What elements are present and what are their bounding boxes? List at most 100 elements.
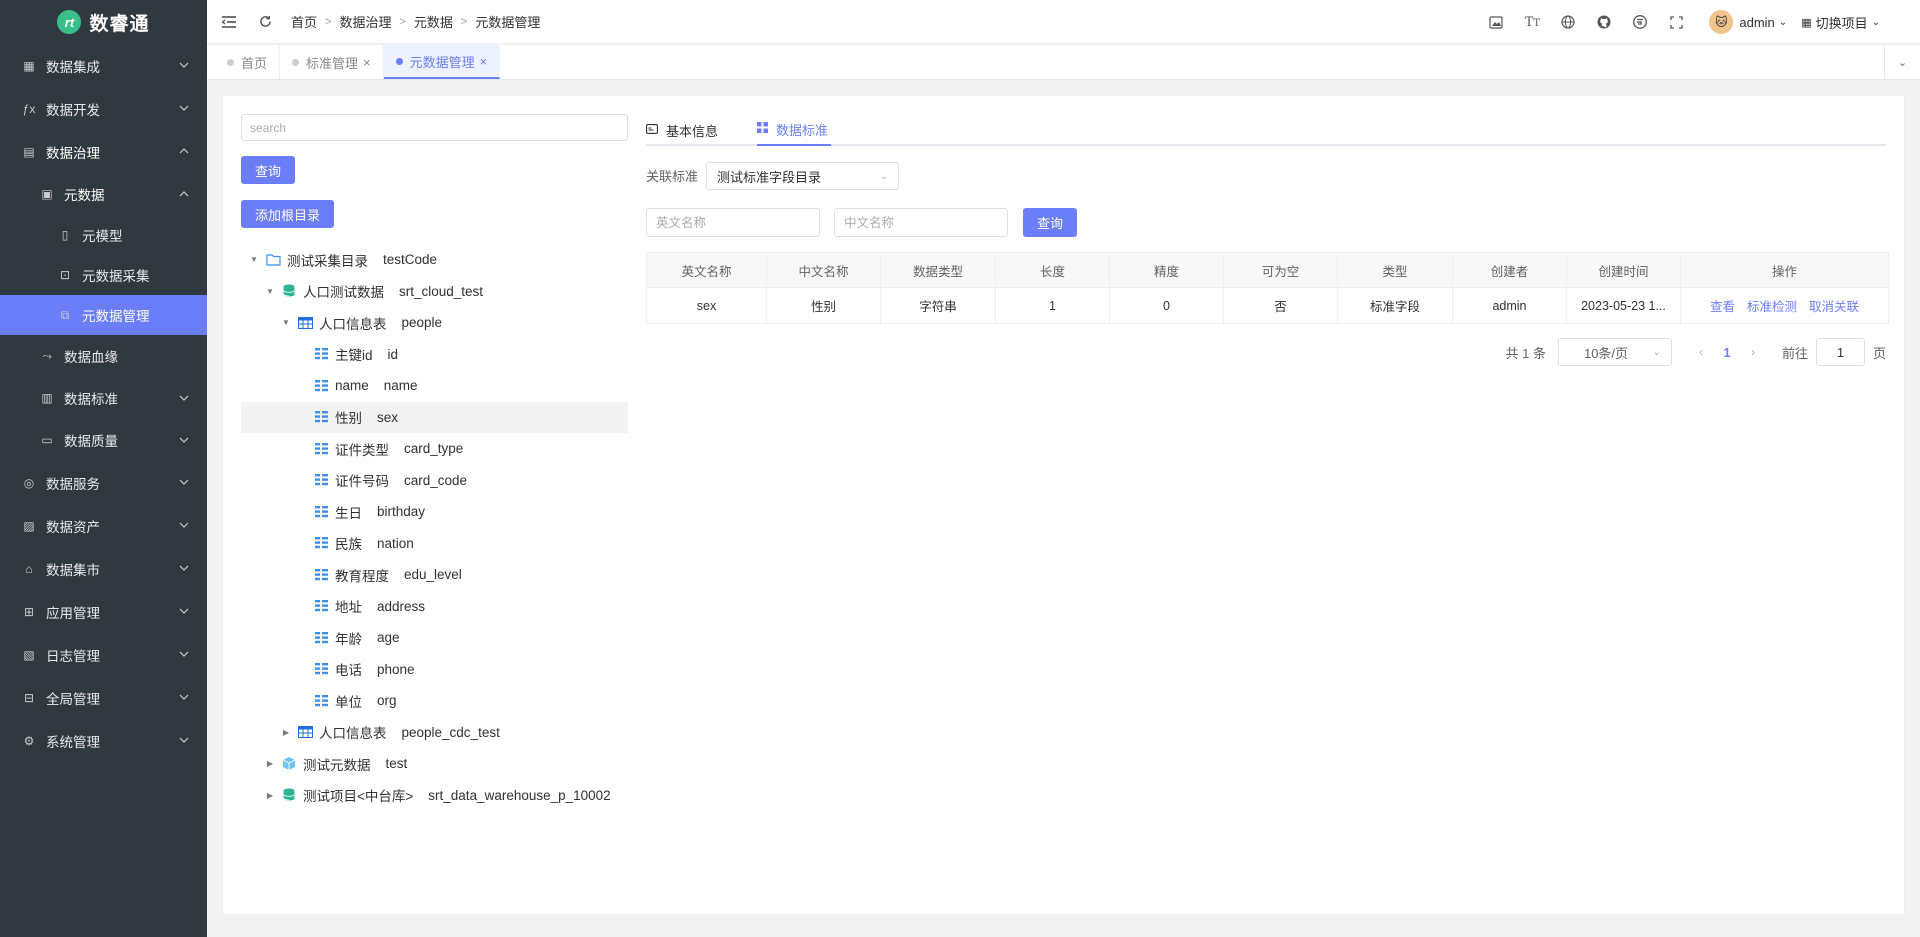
page-tab[interactable]: 标准管理 × (280, 45, 384, 79)
breadcrumb-item[interactable]: 首页 (291, 12, 317, 31)
tree-node[interactable]: ▶民族nation (241, 528, 628, 560)
sidebar-item[interactable]: ⌂ 数据集市 (0, 547, 207, 590)
tree-node[interactable]: ▼ 人口信息表 people (241, 307, 628, 339)
goto-page-input[interactable] (1815, 338, 1865, 366)
caret-right-icon[interactable]: ▶ (263, 759, 277, 768)
next-page-icon[interactable]: › (1742, 345, 1764, 359)
tree-node[interactable]: ▶namename (241, 370, 628, 402)
breadcrumb-separator-icon: > (460, 15, 468, 28)
lineage-icon: ⤳ (42, 348, 52, 363)
view-link[interactable]: 查看 (1710, 300, 1735, 314)
tree-node-en-name: people_cdc_test (401, 724, 500, 740)
tree-node[interactable]: ▶年龄age (241, 622, 628, 654)
current-page[interactable]: 1 (1712, 345, 1742, 360)
add-root-directory-button[interactable]: 添加根目录 (241, 200, 335, 228)
tree-node-en-name: age (377, 630, 400, 646)
sidebar-item[interactable]: ▦ 数据集成 (0, 44, 207, 87)
gear-icon: ⚙ (23, 733, 35, 748)
column-icon (313, 535, 329, 551)
english-name-input[interactable] (646, 208, 820, 237)
caret-down-icon[interactable]: ▼ (279, 318, 293, 327)
sidebar-item[interactable]: ƒx 数据开发 (0, 87, 207, 130)
switch-project-menu[interactable]: ▦ 切换项目 ⌄ (1801, 13, 1880, 32)
tree-node[interactable]: ▶ 人口信息表 people_cdc_test (241, 717, 628, 749)
breadcrumb-item[interactable]: 数据治理 (339, 12, 391, 31)
sidebar-item[interactable]: ◎ 数据服务 (0, 461, 207, 504)
close-icon[interactable]: × (363, 55, 371, 70)
sidebar-item[interactable]: ⧉ 元数据管理 (0, 295, 207, 335)
sidebar-item[interactable]: ⊞ 应用管理 (0, 590, 207, 633)
database-icon (281, 787, 297, 803)
tree-node[interactable]: ▶ 测试项目<中台库> srt_data_warehouse_p_10002 (241, 780, 628, 812)
tree-node-en-name: card_type (404, 441, 464, 457)
tree-query-button[interactable]: 查询 (241, 156, 296, 184)
caret-down-icon[interactable]: ▼ (263, 287, 277, 296)
tree-node[interactable]: ▶性别sex (241, 401, 628, 433)
sidebar-item[interactable]: ⊟ 全局管理 (0, 676, 207, 719)
tree-search-input[interactable] (241, 114, 628, 141)
chevron-down-icon (179, 477, 189, 488)
table-cell: 2023-05-23 1... (1566, 287, 1681, 324)
tree-node[interactable]: ▼ 测试采集目录 testCode (241, 244, 628, 276)
standard-icon: ▥ (41, 391, 53, 405)
page-size-select[interactable]: 10条/页 ⌄ (1557, 338, 1672, 366)
table-cell: 1 (995, 287, 1110, 324)
sidebar-item[interactable]: ▯ 元模型 (0, 215, 207, 255)
app-logo[interactable]: rt 数睿通 (0, 0, 207, 44)
tree-node[interactable]: ▶电话phone (241, 654, 628, 686)
tab-data-standard[interactable]: 数据标准 (757, 114, 832, 146)
sidebar-item[interactable]: ▣ 元数据 (0, 173, 207, 215)
tree-node[interactable]: ▶ 测试元数据 test (241, 748, 628, 780)
sidebar-item-label: 应用管理 (46, 605, 100, 621)
font-size-icon[interactable]: TT (1517, 7, 1547, 37)
chevron-down-icon: ⌄ (1778, 16, 1788, 28)
tree-node[interactable]: ▶证件号码card_code (241, 465, 628, 497)
page-tab[interactable]: 元数据管理 × (383, 45, 501, 79)
tab-basic-info[interactable]: 基本信息 (646, 114, 721, 146)
switch-project-label: 切换项目 (1815, 15, 1868, 31)
sidebar-item[interactable]: ▧ 日志管理 (0, 633, 207, 676)
fullscreen-icon[interactable] (1661, 7, 1691, 37)
collapse-menu-icon[interactable] (219, 12, 239, 32)
related-standard-select[interactable]: 测试标准字段目录 ⌄ (706, 162, 899, 190)
tree-node[interactable]: ▶主键idid (241, 339, 628, 371)
tree-node[interactable]: ▶教育程度edu_level (241, 559, 628, 591)
tree-node[interactable]: ▶单位org (241, 685, 628, 717)
sidebar-item[interactable]: ⚙ 系统管理 (0, 719, 207, 762)
table-cell: 字符串 (880, 287, 996, 324)
caret-down-icon[interactable]: ▼ (247, 255, 261, 264)
sidebar-item[interactable]: ▭ 数据质量 (0, 419, 207, 461)
breadcrumb-item[interactable]: 元数据 (414, 12, 453, 31)
caret-right-icon[interactable]: ▶ (263, 791, 277, 800)
tree-node-en-name: id (387, 346, 399, 362)
unlink-link[interactable]: 取消关联 (1809, 300, 1859, 314)
caret-right-icon[interactable]: ▶ (279, 728, 293, 737)
close-icon[interactable]: × (480, 54, 488, 69)
sidebar-item[interactable]: ⊡ 元数据采集 (0, 255, 207, 295)
image-icon[interactable] (1481, 7, 1511, 37)
tree-node[interactable]: ▶地址address (241, 591, 628, 623)
tree-node-en-name: testCode (383, 252, 438, 268)
sidebar-item[interactable]: ▥ 数据标准 (0, 377, 207, 419)
user-menu[interactable]: 🐱 admin ⌄ (1709, 10, 1787, 34)
table-header-cell: 精度 (1109, 252, 1224, 288)
column-icon (313, 441, 329, 457)
tabs-more-icon[interactable]: ⌄ (1884, 45, 1920, 79)
github-icon[interactable] (1589, 7, 1619, 37)
gitee-icon[interactable] (1625, 7, 1655, 37)
tree-node[interactable]: ▶生日birthday (241, 496, 628, 528)
standard-query-button[interactable]: 查询 (1023, 208, 1078, 237)
page-tab[interactable]: 首页 (215, 45, 281, 79)
chevron-down-icon (179, 60, 189, 71)
tree-node[interactable]: ▶证件类型card_type (241, 433, 628, 465)
market-icon: ⌂ (25, 561, 33, 576)
standard-check-link[interactable]: 标准检测 (1747, 300, 1797, 314)
sidebar-item[interactable]: ▨ 数据资产 (0, 504, 207, 547)
refresh-icon[interactable] (255, 12, 275, 32)
sidebar-item[interactable]: ▤ 数据治理 (0, 130, 207, 173)
prev-page-icon[interactable]: ‹ (1690, 345, 1712, 359)
sidebar-item[interactable]: ⤳ 数据血缘 (0, 335, 207, 377)
chinese-name-input[interactable] (834, 208, 1008, 237)
tree-node[interactable]: ▼ 人口测试数据 srt_cloud_test (241, 276, 628, 308)
language-icon[interactable] (1553, 7, 1583, 37)
